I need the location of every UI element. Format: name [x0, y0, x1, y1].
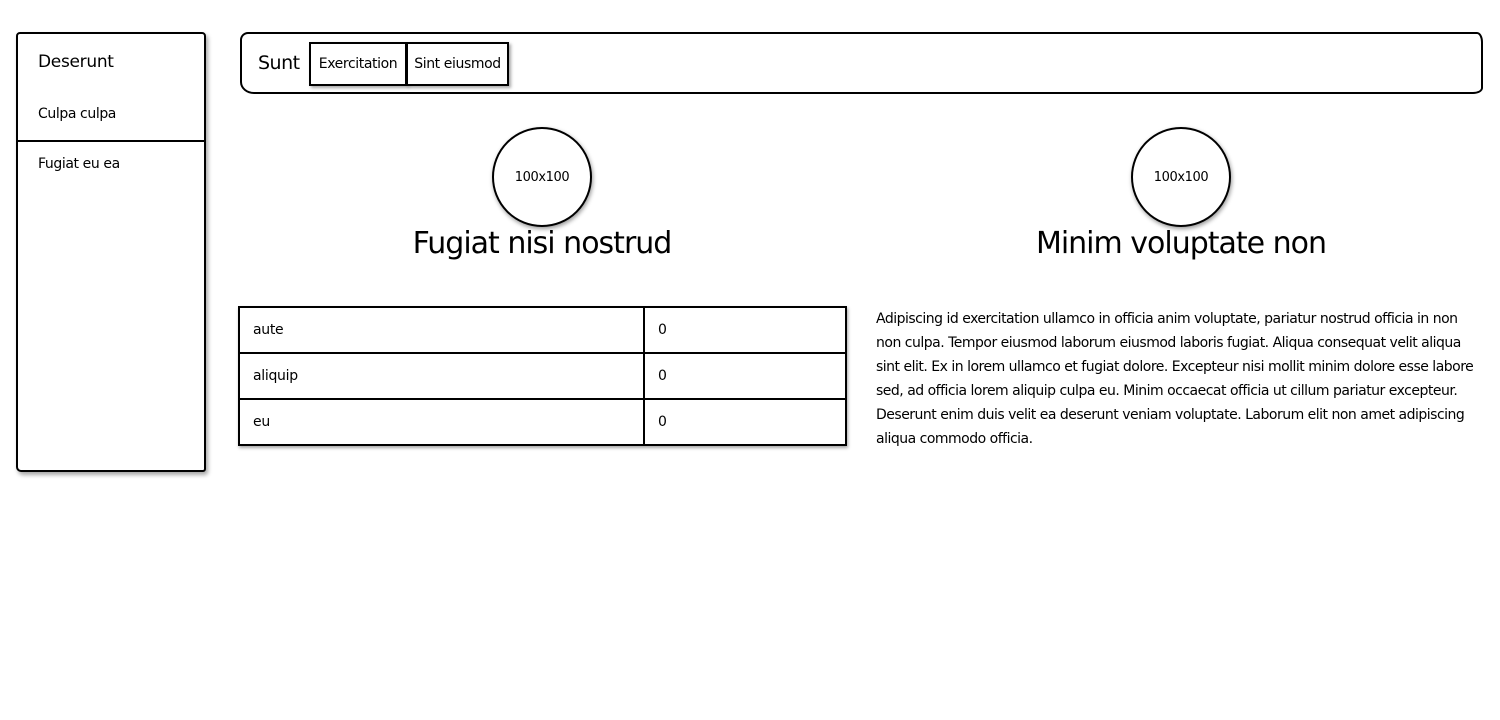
- nav-button-sint-eiusmod[interactable]: Sint eiusmod: [406, 42, 509, 86]
- top-navbar: Sunt Exercitation Sint eiusmod: [240, 32, 1483, 94]
- table-cell-name: aute: [238, 306, 645, 354]
- avatar-image-placeholder: 100x100: [1131, 127, 1231, 227]
- card-heading: Fugiat nisi nostrud: [412, 226, 673, 261]
- table-row: aliquip 0: [238, 352, 847, 400]
- sidebar-item-fugiat-eu-ea[interactable]: Fugiat eu ea: [38, 156, 120, 172]
- table-cell-value: 0: [643, 306, 847, 354]
- sidebar-title: Deserunt: [38, 52, 114, 72]
- body-paragraph: Adipiscing id exercitation ullamco in of…: [876, 311, 1474, 447]
- sidebar: Deserunt Culpa culpa Fugiat eu ea: [16, 32, 206, 472]
- table-cell-value: 0: [643, 398, 847, 446]
- table-cell-value: 0: [643, 352, 847, 400]
- avatar-size-label: 100x100: [514, 169, 570, 185]
- navbar-brand[interactable]: Sunt: [258, 52, 300, 74]
- sidebar-divider: [18, 140, 204, 142]
- avatar-image-placeholder: 100x100: [492, 127, 592, 227]
- sidebar-item-culpa-culpa[interactable]: Culpa culpa: [38, 106, 116, 122]
- table-row: aute 0: [238, 306, 847, 354]
- avatar-size-label: 100x100: [1153, 169, 1209, 185]
- nav-button-exercitation[interactable]: Exercitation: [309, 42, 407, 86]
- data-table: aute 0 aliquip 0 eu 0: [238, 306, 847, 446]
- table-cell-name: aliquip: [238, 352, 645, 400]
- page-root: Deserunt Culpa culpa Fugiat eu ea Sunt E…: [0, 0, 1500, 720]
- card-heading: Minim voluptate non: [1035, 226, 1327, 261]
- table-cell-name: eu: [238, 398, 645, 446]
- table-row: eu 0: [238, 398, 847, 446]
